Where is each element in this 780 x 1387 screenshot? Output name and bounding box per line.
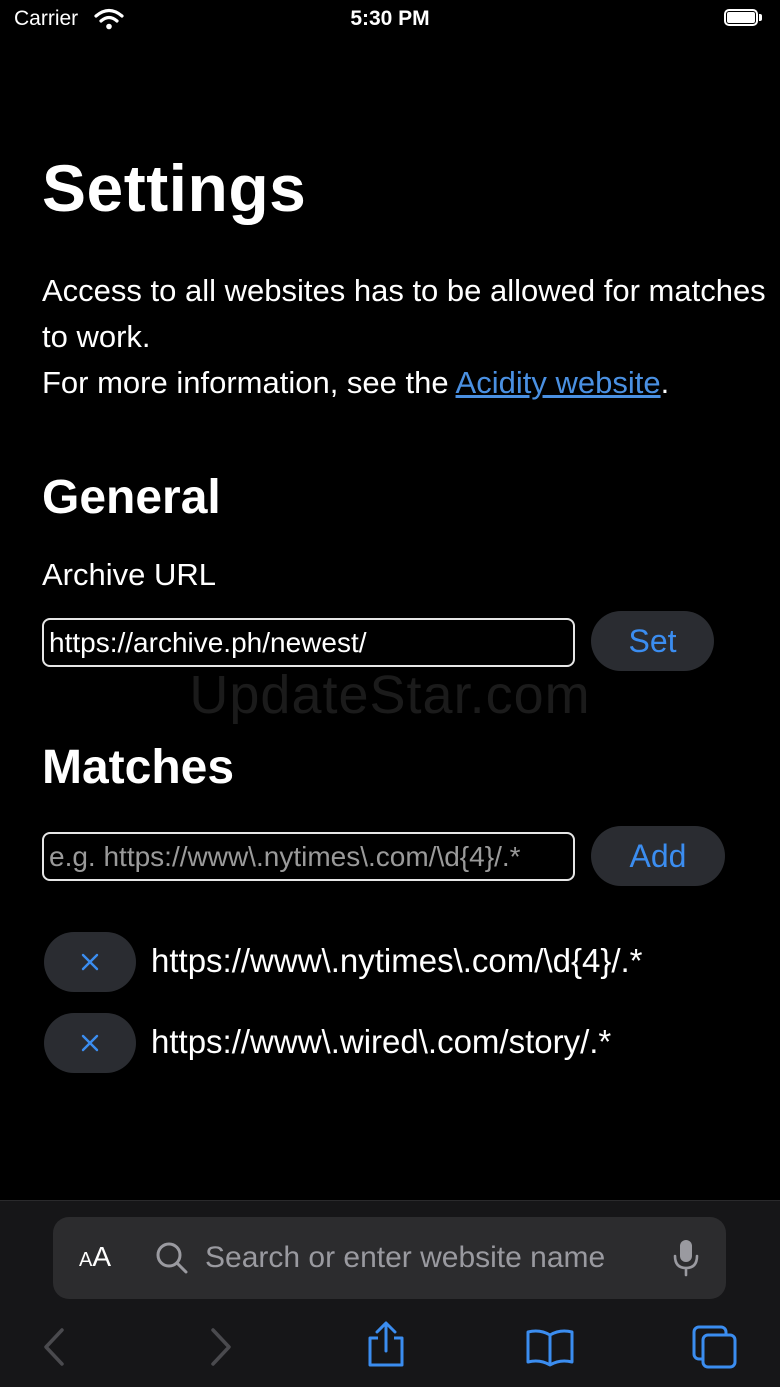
intro-line-2-suffix: . — [660, 365, 670, 400]
matches-heading: Matches — [42, 741, 235, 794]
safari-extension-settings-screen: Carrier 5:30 PM Settings Access to all w… — [0, 0, 780, 1387]
match-item: https://www\.nytimes\.com/\d{4}/.* — [44, 932, 764, 992]
watermark: UpdateStar.com — [189, 665, 591, 725]
microphone-icon[interactable] — [673, 1239, 699, 1282]
acidity-website-link[interactable]: Acidity website — [456, 365, 661, 400]
address-bar[interactable]: AA Search or enter website name — [53, 1217, 726, 1299]
status-bar: Carrier 5:30 PM — [0, 0, 780, 40]
page-title: Settings — [42, 151, 307, 225]
intro-text: Access to all websites has to be allowed… — [42, 268, 772, 406]
bookmarks-icon[interactable] — [525, 1327, 575, 1372]
match-pattern-input[interactable] — [42, 832, 575, 881]
match-pattern: https://www\.wired\.com/story/.* — [151, 1023, 612, 1060]
remove-match-button[interactable] — [44, 932, 136, 992]
forward-icon[interactable] — [205, 1327, 235, 1372]
general-heading: General — [42, 471, 221, 524]
battery-icon — [724, 9, 762, 28]
close-icon — [81, 1034, 99, 1052]
back-icon[interactable] — [40, 1327, 70, 1372]
archive-url-label: Archive URL — [42, 557, 216, 592]
status-time: 5:30 PM — [350, 7, 430, 30]
match-item: https://www\.wired\.com/story/.* — [44, 1013, 764, 1073]
add-button[interactable]: Add — [591, 826, 725, 886]
share-icon[interactable] — [362, 1321, 410, 1374]
close-icon — [81, 953, 99, 971]
intro-line-1: Access to all websites has to be allowed… — [42, 273, 766, 354]
set-button[interactable]: Set — [591, 611, 714, 671]
search-icon — [155, 1241, 189, 1280]
match-pattern: https://www\.nytimes\.com/\d{4}/.* — [151, 942, 643, 979]
archive-url-input[interactable] — [42, 618, 575, 667]
intro-line-2-prefix: For more information, see the — [42, 365, 456, 400]
reader-aa-button[interactable]: AA — [79, 1241, 111, 1273]
tabs-icon[interactable] — [690, 1323, 740, 1376]
browser-toolbar: AA Search or enter website name — [0, 1200, 780, 1387]
address-placeholder: Search or enter website name — [205, 1241, 606, 1274]
remove-match-button[interactable] — [44, 1013, 136, 1073]
